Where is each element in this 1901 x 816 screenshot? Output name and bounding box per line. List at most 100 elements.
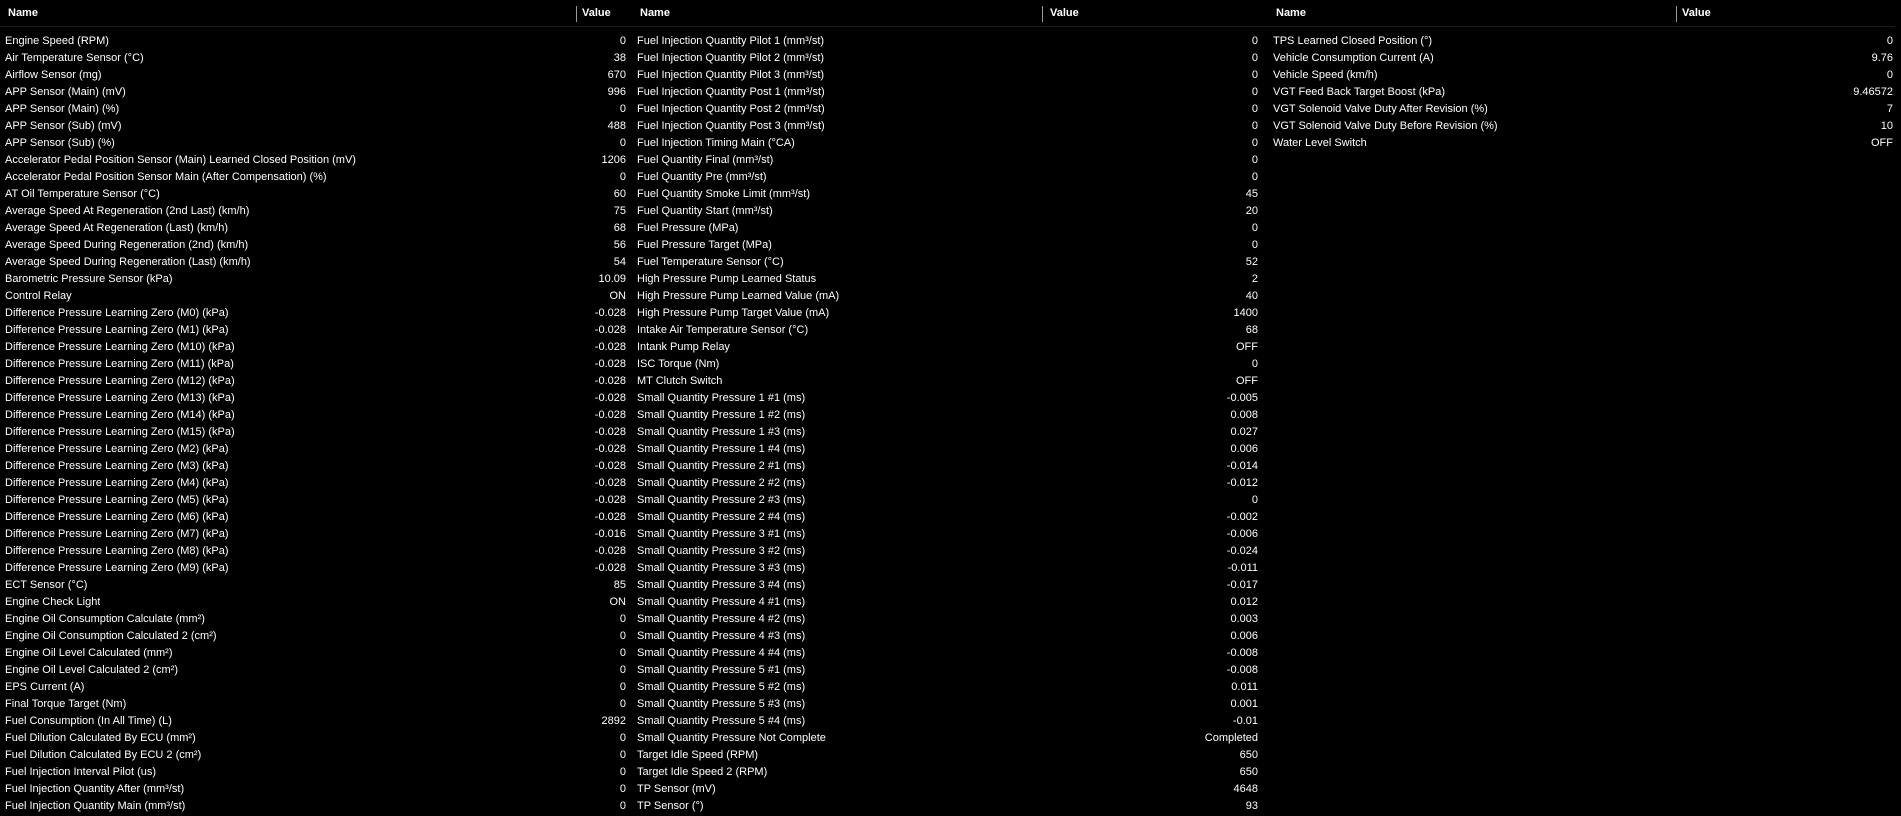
table-row[interactable]: Fuel Injection Quantity Pilot 1 (mm³/st)… xyxy=(632,33,1268,50)
table-row[interactable]: Fuel Injection Interval Pilot (us) 0 xyxy=(0,764,632,781)
table-row[interactable]: Fuel Consumption (In All Time) (L) 2892 xyxy=(0,713,632,730)
table-row[interactable]: Target Idle Speed 2 (RPM) 650 xyxy=(632,764,1268,781)
table-row[interactable]: Fuel Injection Quantity Post 2 (mm³/st) 0 xyxy=(632,101,1268,118)
table-row[interactable]: Fuel Injection Quantity Pilot 2 (mm³/st)… xyxy=(632,50,1268,67)
table-row[interactable]: Fuel Dilution Calculated By ECU (mm²) 0 xyxy=(0,730,632,747)
table-row[interactable]: Difference Pressure Learning Zero (M6) (… xyxy=(0,509,632,526)
table-row[interactable]: Fuel Quantity Smoke Limit (mm³/st) 45 xyxy=(632,186,1268,203)
table-row[interactable]: Small Quantity Pressure 2 #2 (ms) -0.012 xyxy=(632,475,1268,492)
table-row[interactable]: ECT Sensor (°C) 85 xyxy=(0,577,632,594)
table-row[interactable]: Fuel Injection Quantity Post 3 (mm³/st) 0 xyxy=(632,118,1268,135)
table-row[interactable]: Accelerator Pedal Position Sensor (Main)… xyxy=(0,152,632,169)
name-column-header[interactable]: Name xyxy=(640,0,670,26)
table-row[interactable]: APP Sensor (Main) (%) 0 xyxy=(0,101,632,118)
table-row[interactable]: Fuel Injection Quantity After (mm³/st) 0 xyxy=(0,781,632,798)
table-row[interactable]: Fuel Injection Timing Main (°CA) 0 xyxy=(632,135,1268,152)
table-row[interactable]: Fuel Injection Quantity Pilot 3 (mm³/st)… xyxy=(632,67,1268,84)
table-row[interactable]: Small Quantity Pressure 3 #2 (ms) -0.024 xyxy=(632,543,1268,560)
table-row[interactable]: Small Quantity Pressure 3 #3 (ms) -0.011 xyxy=(632,560,1268,577)
table-row[interactable]: Vehicle Consumption Current (A) 9.76 xyxy=(1268,50,1895,67)
table-row[interactable]: TP Sensor (mV) 4648 xyxy=(632,781,1268,798)
name-column-header[interactable]: Name xyxy=(1276,0,1306,26)
table-row[interactable]: Small Quantity Pressure 5 #2 (ms) 0.011 xyxy=(632,679,1268,696)
table-row[interactable]: Difference Pressure Learning Zero (M11) … xyxy=(0,356,632,373)
table-row[interactable]: TPS Learned Closed Position (°) 0 xyxy=(1268,33,1895,50)
table-row[interactable]: Small Quantity Pressure 4 #4 (ms) -0.008 xyxy=(632,645,1268,662)
table-row[interactable]: Water Level Switch OFF xyxy=(1268,135,1895,152)
table-row[interactable]: Fuel Injection Quantity Main (mm³/st) 0 xyxy=(0,798,632,815)
table-row[interactable]: Average Speed At Regeneration (2nd Last)… xyxy=(0,203,632,220)
table-row[interactable]: Final Torque Target (Nm) 0 xyxy=(0,696,632,713)
table-row[interactable]: APP Sensor (Sub) (%) 0 xyxy=(0,135,632,152)
table-row[interactable]: VGT Solenoid Valve Duty After Revision (… xyxy=(1268,101,1895,118)
table-row[interactable]: Fuel Pressure Target (MPa) 0 xyxy=(632,237,1268,254)
table-row[interactable]: Difference Pressure Learning Zero (M5) (… xyxy=(0,492,632,509)
table-row[interactable]: Airflow Sensor (mg) 670 xyxy=(0,67,632,84)
table-row[interactable]: Fuel Quantity Final (mm³/st) 0 xyxy=(632,152,1268,169)
table-row[interactable]: ISC Torque (Nm) 0 xyxy=(632,356,1268,373)
table-row[interactable]: Difference Pressure Learning Zero (M2) (… xyxy=(0,441,632,458)
table-row[interactable]: Intank Pump Relay OFF xyxy=(632,339,1268,356)
value-column-header[interactable]: Value xyxy=(1050,0,1079,26)
table-row[interactable]: MT Clutch Switch OFF xyxy=(632,373,1268,390)
table-row[interactable]: Small Quantity Pressure 5 #4 (ms) -0.01 xyxy=(632,713,1268,730)
column-resize-handle[interactable] xyxy=(576,6,577,22)
table-row[interactable]: Fuel Temperature Sensor (°C) 52 xyxy=(632,254,1268,271)
table-row[interactable]: High Pressure Pump Target Value (mA) 1400 xyxy=(632,305,1268,322)
table-row[interactable]: Control Relay ON xyxy=(0,288,632,305)
table-row[interactable]: Intake Air Temperature Sensor (°C) 68 xyxy=(632,322,1268,339)
table-row[interactable]: Small Quantity Pressure 5 #1 (ms) -0.008 xyxy=(632,662,1268,679)
table-row[interactable]: Average Speed During Regeneration (2nd) … xyxy=(0,237,632,254)
table-row[interactable]: Small Quantity Pressure 4 #1 (ms) 0.012 xyxy=(632,594,1268,611)
table-row[interactable]: Engine Check Light ON xyxy=(0,594,632,611)
table-row[interactable]: VGT Feed Back Target Boost (kPa) 9.46572 xyxy=(1268,84,1895,101)
table-row[interactable]: Fuel Quantity Start (mm³/st) 20 xyxy=(632,203,1268,220)
table-row[interactable]: APP Sensor (Main) (mV) 996 xyxy=(0,84,632,101)
table-row[interactable]: EPS Current (A) 0 xyxy=(0,679,632,696)
table-row[interactable]: Small Quantity Pressure 3 #1 (ms) -0.006 xyxy=(632,526,1268,543)
table-row[interactable]: Difference Pressure Learning Zero (M3) (… xyxy=(0,458,632,475)
name-column-header[interactable]: Name xyxy=(8,0,38,26)
table-row[interactable]: Fuel Dilution Calculated By ECU 2 (cm²) 0 xyxy=(0,747,632,764)
table-row[interactable]: Small Quantity Pressure 1 #1 (ms) -0.005 xyxy=(632,390,1268,407)
table-row[interactable]: Small Quantity Pressure 5 #3 (ms) 0.001 xyxy=(632,696,1268,713)
table-row[interactable]: Small Quantity Pressure 1 #4 (ms) 0.006 xyxy=(632,441,1268,458)
table-row[interactable]: Engine Speed (RPM) 0 xyxy=(0,33,632,50)
table-row[interactable]: Engine Oil Consumption Calculate (mm²) 0 xyxy=(0,611,632,628)
table-row[interactable]: Difference Pressure Learning Zero (M14) … xyxy=(0,407,632,424)
table-row[interactable]: Difference Pressure Learning Zero (M7) (… xyxy=(0,526,632,543)
table-row[interactable]: High Pressure Pump Learned Value (mA) 40 xyxy=(632,288,1268,305)
table-row[interactable]: Difference Pressure Learning Zero (M1) (… xyxy=(0,322,632,339)
table-row[interactable]: Air Temperature Sensor (°C) 38 xyxy=(0,50,632,67)
table-row[interactable]: Vehicle Speed (km/h) 0 xyxy=(1268,67,1895,84)
table-row[interactable]: Target Idle Speed (RPM) 650 xyxy=(632,747,1268,764)
table-row[interactable]: TP Sensor (°) 93 xyxy=(632,798,1268,815)
value-column-header[interactable]: Value xyxy=(1682,0,1711,26)
column-resize-handle[interactable] xyxy=(1676,6,1677,22)
table-row[interactable]: Small Quantity Pressure 1 #2 (ms) 0.008 xyxy=(632,407,1268,424)
table-row[interactable]: Difference Pressure Learning Zero (M9) (… xyxy=(0,560,632,577)
table-row[interactable]: APP Sensor (Sub) (mV) 488 xyxy=(0,118,632,135)
table-row[interactable]: Fuel Injection Quantity Post 1 (mm³/st) 0 xyxy=(632,84,1268,101)
table-row[interactable]: Barometric Pressure Sensor (kPa) 10.09 xyxy=(0,271,632,288)
table-row[interactable]: Engine Oil Consumption Calculated 2 (cm²… xyxy=(0,628,632,645)
table-row[interactable]: Difference Pressure Learning Zero (M8) (… xyxy=(0,543,632,560)
table-row[interactable]: Small Quantity Pressure 2 #4 (ms) -0.002 xyxy=(632,509,1268,526)
table-row[interactable]: Difference Pressure Learning Zero (M13) … xyxy=(0,390,632,407)
table-row[interactable]: Difference Pressure Learning Zero (M4) (… xyxy=(0,475,632,492)
table-row[interactable]: Fuel Quantity Pre (mm³/st) 0 xyxy=(632,169,1268,186)
table-row[interactable]: Difference Pressure Learning Zero (M12) … xyxy=(0,373,632,390)
table-row[interactable]: Accelerator Pedal Position Sensor Main (… xyxy=(0,169,632,186)
column-resize-handle[interactable] xyxy=(1042,6,1043,22)
table-row[interactable]: Difference Pressure Learning Zero (M10) … xyxy=(0,339,632,356)
table-row[interactable]: Difference Pressure Learning Zero (M15) … xyxy=(0,424,632,441)
table-row[interactable]: Small Quantity Pressure 4 #2 (ms) 0.003 xyxy=(632,611,1268,628)
table-row[interactable]: AT Oil Temperature Sensor (°C) 60 xyxy=(0,186,632,203)
table-row[interactable]: VGT Solenoid Valve Duty Before Revision … xyxy=(1268,118,1895,135)
table-row[interactable]: Average Speed At Regeneration (Last) (km… xyxy=(0,220,632,237)
table-row[interactable]: Small Quantity Pressure Not Complete Comp… xyxy=(632,730,1268,747)
table-row[interactable]: Fuel Pressure (MPa) 0 xyxy=(632,220,1268,237)
table-row[interactable]: Small Quantity Pressure 2 #1 (ms) -0.014 xyxy=(632,458,1268,475)
value-column-header[interactable]: Value xyxy=(582,0,611,26)
table-row[interactable]: Average Speed During Regeneration (Last)… xyxy=(0,254,632,271)
